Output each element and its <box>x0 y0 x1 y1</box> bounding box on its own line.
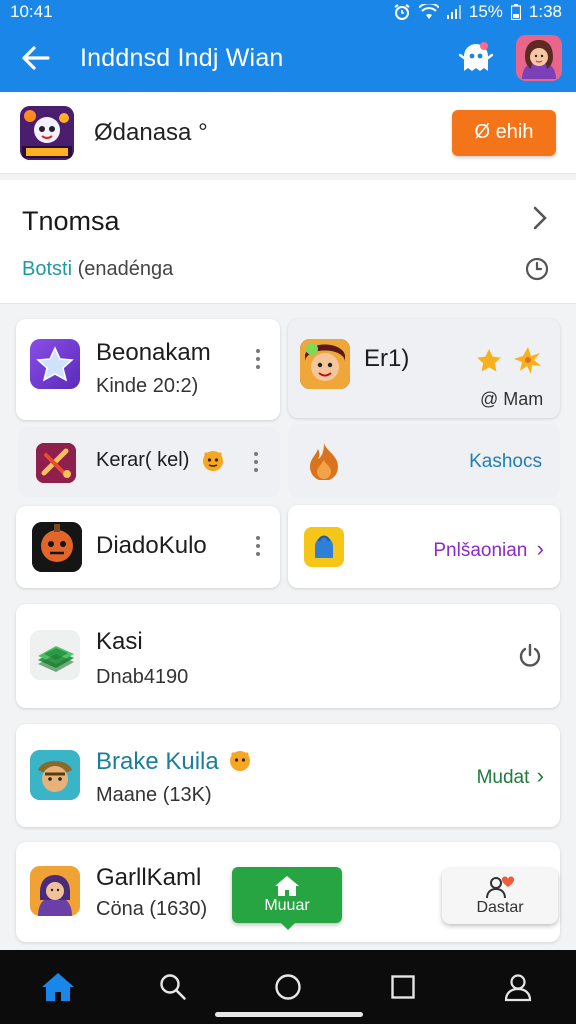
avatar[interactable] <box>516 35 562 81</box>
game-name: Ødanasa ° <box>94 118 208 146</box>
user-heart-icon <box>486 876 515 899</box>
sword-icon <box>36 443 76 483</box>
tile-brake-kuila[interactable]: Brake Kuila Maane (13K) Mudat › <box>16 724 560 827</box>
app-bar: Inddnsd Indj Wian <box>0 24 576 92</box>
person-icon <box>30 866 80 916</box>
section-card[interactable]: Tnomsa Botsti (enadénga <box>0 180 576 304</box>
game-logo[interactable] <box>20 105 74 160</box>
square-icon[interactable] <box>373 957 433 1017</box>
status-bar: 10:41 15% 1:38 <box>0 0 576 24</box>
status-time: 10:41 <box>10 2 53 21</box>
signal-icon <box>446 5 461 19</box>
status-clock: 1:38 <box>528 2 562 21</box>
tile-link[interactable]: Pnlšaonian › <box>433 536 544 562</box>
tile-subtitle: Dnab4190 <box>96 666 189 688</box>
game-header-card: Ødanasa ° Ø ehih <box>0 92 576 174</box>
tile-meta: @ Mam <box>480 389 544 409</box>
section-sub-teal: Botsti <box>22 258 73 280</box>
ghost-icon[interactable] <box>456 38 496 78</box>
tile-link-label: Pnlšaonian <box>433 540 528 561</box>
flame-icon <box>304 440 344 485</box>
tile-pnlsaonian[interactable]: Pnlšaonian › <box>288 505 560 588</box>
home-action-button[interactable]: Muuar <box>232 867 342 930</box>
tile-kashocs[interactable]: Kashocs <box>288 424 560 498</box>
power-icon[interactable] <box>516 642 544 675</box>
money-icon <box>30 630 80 680</box>
tile-title: Er1) <box>364 345 410 372</box>
house-icon <box>275 876 299 896</box>
circle-icon[interactable] <box>258 957 318 1017</box>
gesture-bar[interactable] <box>215 1012 363 1017</box>
sparkle-icon <box>512 345 544 380</box>
tile-subtitle: Cöna (1630) <box>96 898 208 920</box>
battery-icon <box>510 4 521 20</box>
tile-subtitle: Maane (13K) <box>96 784 212 806</box>
more-icon[interactable] <box>253 452 259 472</box>
profile-action-label: Dastar <box>476 899 524 916</box>
tile-title: Kerar( kel) <box>96 449 190 471</box>
tile-beonakam[interactable]: Beonakam Kinde 20:2) <box>16 319 280 420</box>
emoji-icon <box>200 447 226 478</box>
more-icon[interactable] <box>255 536 261 556</box>
tile-title: DiadoKulo <box>96 532 207 559</box>
tile-title: Kasi <box>96 628 143 655</box>
tile-link[interactable]: Kashocs <box>469 451 542 473</box>
tile-title: Brake Kuila <box>96 748 219 775</box>
tile-title: Beonakam <box>96 339 211 366</box>
search-icon[interactable] <box>143 957 203 1017</box>
bag-icon <box>304 527 344 567</box>
ghoul-icon <box>32 522 82 572</box>
profile-icon[interactable] <box>488 957 548 1017</box>
home-icon[interactable] <box>28 957 88 1017</box>
home-action-label: Muuar <box>264 897 310 914</box>
tile-subtitle: Kinde 20:2) <box>96 375 199 397</box>
section-title: Tnomsa <box>22 206 120 236</box>
character-icon <box>300 339 350 389</box>
tile-kerar[interactable]: Kerar( kel) <box>18 427 280 497</box>
section-sub-grey: (enadénga <box>77 258 174 280</box>
more-icon[interactable] <box>255 349 261 369</box>
battery-percent: 15% <box>468 2 503 21</box>
tile-title: GarllKaml <box>96 864 202 891</box>
page-title: Inddnsd Indj Wian <box>80 43 284 72</box>
tile-kasi[interactable]: Kasi Dnab4190 <box>16 604 560 708</box>
action-button[interactable]: Ø ehih <box>452 109 556 156</box>
chevron-right-icon: › <box>536 763 544 788</box>
tile-diadokulo[interactable]: DiadoKulo <box>16 506 280 588</box>
back-button[interactable] <box>0 24 70 92</box>
chevron-right-icon[interactable] <box>532 206 548 235</box>
alarm-icon <box>393 3 411 21</box>
arrow-left-icon <box>22 46 50 70</box>
wifi-icon <box>418 4 439 20</box>
tile-er1[interactable]: Er1) @ Mam <box>288 319 560 418</box>
tile-link[interactable]: Mudat › <box>477 763 544 789</box>
chevron-right-icon: › <box>536 536 544 561</box>
profile-action-button[interactable]: Dastar <box>442 868 558 924</box>
emoji-icon <box>227 747 253 778</box>
tile-link-label: Mudat <box>476 767 530 788</box>
star-icon <box>30 339 80 389</box>
star-icon <box>476 348 502 379</box>
section-subtitle: Botsti (enadénga <box>22 258 173 281</box>
clock-icon <box>524 256 550 287</box>
warrior-icon <box>30 750 80 800</box>
